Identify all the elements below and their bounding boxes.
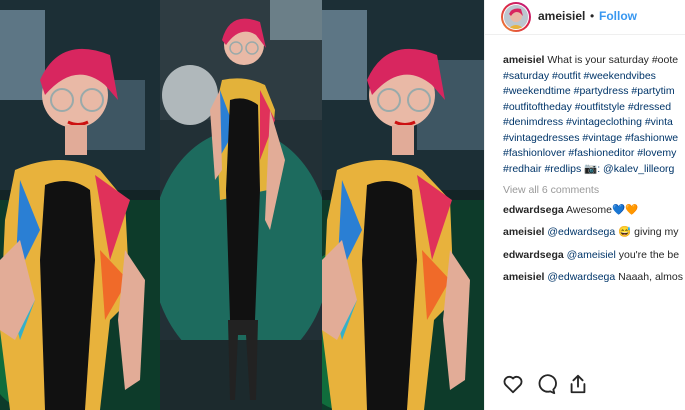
comment-row: ameisiel @edwardsega Naaah, almos [503, 270, 685, 286]
caption-text: What is your saturday #oote [547, 54, 679, 66]
comment-row: edwardsega @ameisiel you're the be [503, 248, 685, 264]
photo-panel-center [160, 0, 322, 410]
caption-line: ameisiel What is your saturday #oote [503, 53, 685, 69]
view-all-comments-link[interactable]: View all 6 comments [503, 183, 685, 199]
caption-hashtags[interactable]: #saturday #outfit #weekendvibes [503, 69, 685, 85]
comment-text: Awesome💙🧡 [566, 203, 639, 216]
post-header: ameisiel • Follow [485, 0, 685, 35]
comment-username[interactable]: edwardsega [503, 249, 564, 261]
follow-button[interactable]: Follow [599, 9, 637, 23]
comment-mention[interactable]: @edwardsega [547, 271, 615, 283]
comment-text: 😅 giving my [618, 226, 679, 238]
comment-mention[interactable]: @edwardsega [547, 226, 615, 238]
comments-section: ameisiel What is your saturday #oote #sa… [503, 53, 685, 293]
comment-username[interactable]: edwardsega [503, 204, 564, 216]
action-bar [485, 363, 685, 395]
caption-hashtags[interactable]: #vintagedresses #vintage #fashionwe [503, 131, 685, 147]
comment-mention[interactable]: @ameisiel [567, 249, 616, 261]
caption-hashtags[interactable]: #denimdress #vintageclothing #vinta [503, 115, 685, 131]
separator-dot: • [590, 9, 595, 23]
caption-hashtags[interactable]: #redhair #redlips 📷: @kalev_lilleorg [503, 162, 685, 178]
caption-hashtags[interactable]: #outfitoftheday #outfitstyle #dressed [503, 100, 685, 116]
comment-row: ameisiel @edwardsega 😅 giving my [503, 225, 685, 241]
avatar[interactable] [501, 2, 531, 32]
caption-username[interactable]: ameisiel [503, 54, 544, 66]
comment-row: edwardsega Awesome💙🧡 [503, 203, 685, 219]
caption-hashtags[interactable]: #weekendtime #partydress #partytim [503, 84, 685, 100]
photo-panel-right [322, 0, 484, 410]
heart-icon[interactable] [502, 373, 524, 395]
comment-username[interactable]: ameisiel [503, 226, 544, 238]
comment-username[interactable]: ameisiel [503, 271, 544, 283]
caption-hashtags[interactable]: #fashionlover #fashioneditor #lovemy [503, 146, 685, 162]
comment-icon[interactable] [535, 373, 557, 395]
post-photo-collage[interactable] [0, 0, 484, 410]
post-sidebar: ameisiel • Follow ameisiel What is your … [484, 0, 685, 410]
comment-text: you're the be [618, 248, 680, 261]
username[interactable]: ameisiel [538, 9, 585, 23]
photo-panel-left [0, 0, 160, 410]
share-icon[interactable] [567, 373, 589, 395]
comment-text: Naaah, almos [618, 271, 683, 283]
